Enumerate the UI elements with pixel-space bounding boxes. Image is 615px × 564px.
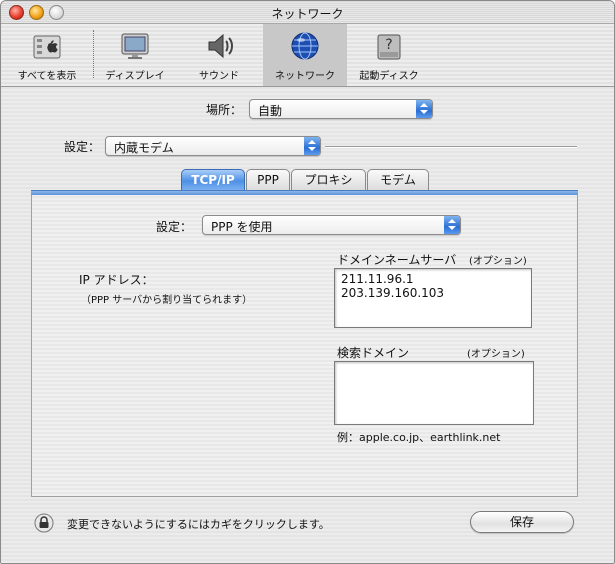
preferences-toolbar: すべてを表示 ディスプレイ サウンド ネットワーク ? 起動ディスク <box>1 24 614 87</box>
lock-hint-text: 変更できないようにするにはカギをクリックします。 <box>67 518 330 531</box>
tab-tcpip[interactable]: TCP/IP <box>181 169 245 190</box>
dns-server-entry: 203.139.160.103 <box>341 286 445 300</box>
tab-ppp[interactable]: PPP <box>246 169 290 190</box>
toolbar-item-label: 起動ディスク <box>359 71 419 82</box>
tab-proxy[interactable]: プロキシ <box>291 169 366 190</box>
globe-icon <box>291 32 319 60</box>
location-value: 自動 <box>258 104 283 118</box>
dns-server-entry: 211.11.96.1 <box>341 272 414 286</box>
toolbar-item-label: ディスプレイ <box>105 71 165 82</box>
location-label: 場所： <box>206 103 243 117</box>
popup-arrow-icon <box>416 100 432 118</box>
search-domain-optional-label: (オプション) <box>467 349 525 360</box>
ip-address-label: IP アドレス： <box>79 273 154 287</box>
save-button[interactable]: 保存 <box>470 511 574 533</box>
toolbar-item-label: ネットワーク <box>275 71 335 82</box>
toolbar-item-startup-disk[interactable]: ? 起動ディスク <box>351 24 427 86</box>
popup-arrow-icon <box>304 137 320 155</box>
hard-disk-icon: ? <box>377 34 401 60</box>
lock-icon[interactable] <box>34 513 54 533</box>
toolbar-separator <box>93 30 94 78</box>
toolbar-item-label: すべてを表示 <box>17 71 77 82</box>
search-domain-example: 例：apple.co.jp、earthlink.net <box>337 431 501 444</box>
dns-optional-label: (オプション) <box>469 256 527 267</box>
svg-text:?: ? <box>385 37 392 53</box>
search-domain-textarea[interactable] <box>334 361 534 425</box>
toolbar-item-network[interactable]: ネットワーク <box>263 24 347 86</box>
display-icon <box>121 33 149 59</box>
popup-arrow-icon <box>444 216 460 234</box>
config-value: 内蔵モデム <box>114 141 174 155</box>
ip-address-note: （PPP サーバから割り当てられます） <box>81 295 253 306</box>
config-label: 設定： <box>64 140 101 154</box>
tcpip-config-value: PPP を使用 <box>211 220 273 234</box>
title-bar[interactable]: ネットワーク <box>1 1 614 24</box>
toolbar-item-sound[interactable]: サウンド <box>181 24 257 86</box>
network-preferences-window: ネットワーク すべてを表示 ディスプレイ サウンド ネットワーク ? 起動ディス… <box>0 0 615 564</box>
toolbar-item-display[interactable]: ディスプレイ <box>97 24 173 86</box>
apple-prefs-icon <box>33 35 61 59</box>
speaker-icon <box>208 33 233 59</box>
toolbar-item-label: サウンド <box>199 71 239 82</box>
toolbar-item-show-all[interactable]: すべてを表示 <box>9 24 85 86</box>
dns-servers-textarea[interactable]: 211.11.96.1 203.139.160.103 <box>334 268 532 328</box>
tcpip-config-popup[interactable]: PPP を使用 <box>202 215 461 235</box>
dns-label: ドメインネームサーバ <box>337 253 457 267</box>
tab-modem[interactable]: モデム <box>367 169 429 190</box>
config-divider <box>325 146 577 148</box>
search-domain-label: 検索ドメイン <box>337 346 410 360</box>
tcpip-config-label: 設定： <box>156 220 193 234</box>
location-popup[interactable]: 自動 <box>249 99 433 119</box>
config-popup[interactable]: 内蔵モデム <box>105 136 321 156</box>
window-title: ネットワーク <box>271 7 344 21</box>
